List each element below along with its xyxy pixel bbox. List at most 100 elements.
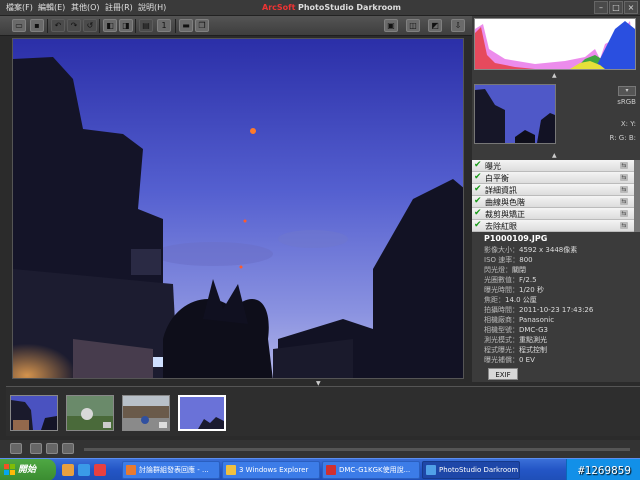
- email-icon[interactable]: [46, 443, 58, 454]
- checkmark-icon[interactable]: ✔: [474, 161, 483, 170]
- folder-icon[interactable]: ▬: [179, 19, 193, 32]
- toolbar-separator: [47, 19, 48, 33]
- checkmark-icon[interactable]: ✔: [474, 221, 483, 230]
- redo-icon[interactable]: ↷: [67, 19, 81, 32]
- quicklaunch-media-icon[interactable]: [94, 464, 106, 476]
- info-value: 0 EV: [519, 356, 535, 364]
- adjustment-list: ✔ 曝光 ⇆ ✔ 白平衡 ⇆ ✔ 詳細資訊 ⇆ ✔ 曲線與色階 ⇆ ✔ 裁剪與矯: [472, 160, 634, 232]
- thumbnail-dusk-buildings[interactable]: [10, 395, 58, 431]
- split-view-icon[interactable]: ◫: [406, 19, 420, 32]
- toolbar-separator: [99, 19, 100, 33]
- quicklaunch-ie-icon[interactable]: [78, 464, 90, 476]
- checkmark-icon[interactable]: ✔: [474, 173, 483, 182]
- adjustment-crop-straighten[interactable]: ✔ 裁剪與矯正 ⇆: [472, 208, 634, 220]
- task-label: 討論群組發表回應 - ...: [139, 466, 209, 474]
- checkmark-icon[interactable]: ✔: [474, 185, 483, 194]
- info-row: 測光模式：重點測光: [484, 335, 547, 345]
- thumbnail-street-scene[interactable]: [122, 395, 170, 431]
- compare-icon[interactable]: ▤: [139, 19, 153, 32]
- menu-file[interactable]: 檔案(F): [6, 2, 33, 13]
- checkmark-icon[interactable]: ✔: [474, 197, 483, 206]
- adjustment-details[interactable]: ✔ 詳細資訊 ⇆: [472, 184, 634, 196]
- close-button[interactable]: ×: [624, 1, 638, 14]
- collapse-histogram-icon[interactable]: ▲: [552, 72, 557, 79]
- maximize-button[interactable]: □: [609, 1, 623, 14]
- minimize-button[interactable]: –: [594, 1, 608, 14]
- g-label: G:: [618, 134, 627, 142]
- windows-logo-icon: [4, 464, 15, 475]
- app-title: ArcSoft PhotoStudio Darkroom: [262, 3, 401, 12]
- thumbnail-evening-sky[interactable]: [178, 395, 226, 431]
- filmstrip-scrollbar[interactable]: [84, 448, 630, 451]
- delete-icon[interactable]: [62, 443, 74, 454]
- firefox-icon: [126, 465, 136, 475]
- collapse-navigator-icon[interactable]: ▲: [552, 152, 557, 159]
- start-label: 開始: [18, 465, 37, 475]
- menu-edit[interactable]: 編輯(E): [38, 2, 65, 13]
- rotate-left-icon[interactable]: ◧: [103, 19, 117, 32]
- before-after-icon[interactable]: ◩: [428, 19, 442, 32]
- taskbar: 開始 討論群組發表回應 - ... 3 Windows Explorer DMC…: [0, 458, 640, 480]
- expand-arrow-icon[interactable]: ⇆: [620, 210, 628, 217]
- revert-icon[interactable]: ↺: [83, 19, 97, 32]
- adjustment-white-balance[interactable]: ✔ 白平衡 ⇆: [472, 172, 634, 184]
- main-photo[interactable]: [12, 38, 464, 379]
- task-photostudio[interactable]: PhotoStudio Darkroom: [422, 461, 520, 479]
- undo-icon[interactable]: ↶: [51, 19, 65, 32]
- adjustment-curves-levels[interactable]: ✔ 曲線與色階 ⇆: [472, 196, 634, 208]
- actual-size-icon[interactable]: 1: [157, 19, 171, 32]
- expand-arrow-icon[interactable]: ⇆: [620, 162, 628, 169]
- info-key: 拍攝時間：: [484, 306, 519, 314]
- info-key: 曝光補償：: [484, 356, 519, 364]
- x-label: X:: [620, 120, 629, 128]
- expand-arrow-icon[interactable]: ⇆: [620, 198, 628, 205]
- rgb-readout: R: G: B:: [568, 134, 636, 142]
- task-forum-reply[interactable]: 討論群組發表回應 - ...: [122, 461, 220, 479]
- checkmark-icon[interactable]: ✔: [474, 209, 483, 218]
- print-icon[interactable]: [30, 443, 42, 454]
- adjustment-label: 詳細資訊: [485, 186, 517, 195]
- navigator-preview[interactable]: [474, 84, 556, 144]
- quicklaunch-firefox-icon[interactable]: [62, 464, 74, 476]
- r-label: R:: [609, 134, 617, 142]
- info-value: 重點測光: [519, 336, 547, 344]
- menu-register[interactable]: 註冊(R): [105, 2, 133, 13]
- export-icon[interactable]: ⇩: [451, 19, 465, 32]
- adjustment-red-eye[interactable]: ✔ 去除紅眼 ⇆: [472, 220, 634, 232]
- title-bar: 檔案(F) 編輯(E) 其他(O) 註冊(R) 說明(H) ArcSoft Ph…: [0, 0, 640, 16]
- open-icon[interactable]: ▭: [12, 19, 26, 32]
- b-label: B:: [628, 134, 636, 142]
- import-icon[interactable]: [10, 443, 22, 454]
- info-key: 相機廠商：: [484, 316, 519, 324]
- bottom-toolbar: [0, 440, 640, 458]
- info-value: F/2.5: [519, 276, 537, 284]
- expand-arrow-icon[interactable]: ⇆: [620, 174, 628, 181]
- tab-exif[interactable]: EXIF: [488, 368, 518, 380]
- toolbar-separator: [135, 19, 136, 33]
- info-row: 影像大小：4592 x 3448像素: [484, 245, 577, 255]
- histogram: [474, 18, 636, 70]
- info-row: 程式曝光：程式控制: [484, 345, 547, 355]
- menu-other[interactable]: 其他(O): [71, 2, 100, 13]
- y-label: Y:: [630, 120, 636, 128]
- info-key: 曝光時間：: [484, 286, 519, 294]
- expand-arrow-icon[interactable]: ⇆: [620, 186, 628, 193]
- filmstrip: [6, 386, 640, 436]
- info-key: 焦距：: [484, 296, 505, 304]
- photostudio-window: 檔案(F) 編輯(E) 其他(O) 註冊(R) 說明(H) ArcSoft Ph…: [0, 0, 640, 480]
- start-button[interactable]: 開始: [0, 459, 56, 480]
- single-view-icon[interactable]: ▣: [384, 19, 398, 32]
- info-key: 程式曝光：: [484, 346, 519, 354]
- task-pdf-manual[interactable]: DMC-G1KGK使用說...: [322, 461, 420, 479]
- rotate-right-icon[interactable]: ◨: [119, 19, 133, 32]
- copy-icon[interactable]: ❐: [195, 19, 209, 32]
- save-icon[interactable]: ▪: [30, 19, 44, 32]
- photostudio-icon: [426, 465, 436, 475]
- info-row: ISO 速率：800: [484, 255, 533, 265]
- menu-help[interactable]: 說明(H): [138, 2, 166, 13]
- expand-arrow-icon[interactable]: ⇆: [620, 222, 628, 229]
- thumbnail-garden-scene[interactable]: [66, 395, 114, 431]
- task-windows-explorer[interactable]: 3 Windows Explorer: [222, 461, 320, 479]
- adjustment-scrollbar[interactable]: [634, 160, 640, 232]
- adjustment-exposure[interactable]: ✔ 曝光 ⇆: [472, 160, 634, 172]
